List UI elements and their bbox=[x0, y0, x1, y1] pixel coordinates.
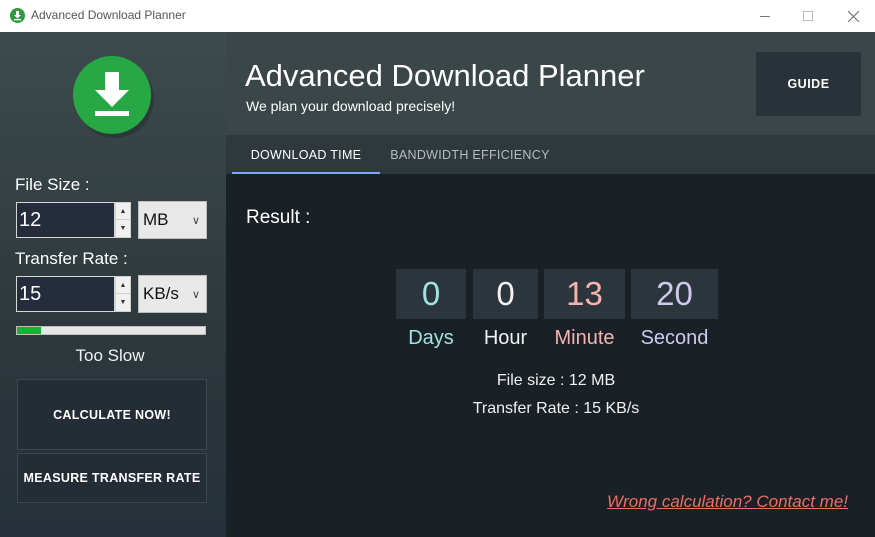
hours-label: Hour bbox=[483, 327, 528, 349]
close-icon bbox=[847, 10, 859, 22]
file-size-unit-select[interactable]: MB ∨ bbox=[138, 201, 207, 239]
chevron-down-icon: ∨ bbox=[191, 215, 200, 227]
file-size-summary: File size : 12 MB bbox=[496, 372, 616, 389]
transfer-rate-summary: Transfer Rate : 15 KB/s bbox=[472, 400, 640, 417]
minimize-icon bbox=[760, 15, 770, 17]
page-title: Advanced Download Planner bbox=[245, 58, 645, 93]
file-size-unit-value: MB bbox=[143, 210, 169, 229]
window-title: Advanced Download Planner bbox=[31, 8, 186, 22]
download-app-icon bbox=[10, 8, 25, 23]
download-icon bbox=[73, 56, 151, 134]
stepper-down-icon[interactable]: ▼ bbox=[116, 220, 130, 237]
speed-meter-fill bbox=[17, 327, 42, 334]
measure-transfer-rate-button[interactable]: MEASURE TRANSFER RATE bbox=[17, 453, 207, 503]
transfer-rate-unit-value: KB/s bbox=[143, 284, 179, 303]
maximize-button[interactable] bbox=[785, 0, 831, 32]
days-value: 0 bbox=[396, 269, 466, 319]
result-label: Result : bbox=[246, 207, 311, 228]
file-size-stepper[interactable]: ▲ ▼ bbox=[115, 202, 131, 238]
speed-meter bbox=[16, 326, 206, 335]
chevron-down-icon: ∨ bbox=[191, 289, 200, 301]
title-bar: Advanced Download Planner bbox=[0, 0, 875, 32]
minutes-value: 13 bbox=[544, 269, 625, 319]
result-panel: Result : 0 0 13 20 Days Hour Minute Seco… bbox=[226, 174, 875, 537]
stepper-up-icon[interactable]: ▲ bbox=[116, 203, 130, 220]
hours-value: 0 bbox=[473, 269, 538, 319]
tab-download-time[interactable]: DOWNLOAD TIME bbox=[232, 135, 380, 174]
transfer-rate-unit-select[interactable]: KB/s ∨ bbox=[138, 275, 207, 313]
minutes-label: Minute bbox=[554, 327, 615, 349]
close-button[interactable] bbox=[830, 0, 875, 32]
minimize-button[interactable] bbox=[742, 0, 788, 32]
tab-bar: DOWNLOAD TIME BANDWIDTH EFFICIENCY bbox=[226, 135, 875, 174]
file-size-input[interactable]: 12 bbox=[16, 202, 115, 238]
guide-button[interactable]: GUIDE bbox=[756, 52, 861, 116]
transfer-rate-label: Transfer Rate : bbox=[15, 249, 128, 268]
calculate-button[interactable]: CALCULATE NOW! bbox=[17, 379, 207, 450]
seconds-value: 20 bbox=[631, 269, 718, 319]
speed-status-text: Too Slow bbox=[75, 346, 145, 365]
maximize-icon bbox=[803, 11, 813, 21]
seconds-label: Second bbox=[640, 327, 709, 349]
transfer-rate-stepper[interactable]: ▲ ▼ bbox=[115, 276, 131, 312]
days-label: Days bbox=[408, 327, 454, 349]
sidebar: File Size : 12 ▲ ▼ MB ∨ Transfer Rate : … bbox=[0, 32, 226, 537]
header: Advanced Download Planner We plan your d… bbox=[226, 32, 875, 135]
tab-bandwidth-efficiency[interactable]: BANDWIDTH EFFICIENCY bbox=[386, 135, 554, 174]
contact-link[interactable]: Wrong calculation? Contact me! bbox=[607, 492, 848, 512]
stepper-up-icon[interactable]: ▲ bbox=[116, 277, 130, 294]
file-size-label: File Size : bbox=[15, 175, 90, 194]
transfer-rate-input[interactable]: 15 bbox=[16, 276, 115, 312]
stepper-down-icon[interactable]: ▼ bbox=[116, 294, 130, 311]
page-subtitle: We plan your download precisely! bbox=[246, 98, 456, 114]
